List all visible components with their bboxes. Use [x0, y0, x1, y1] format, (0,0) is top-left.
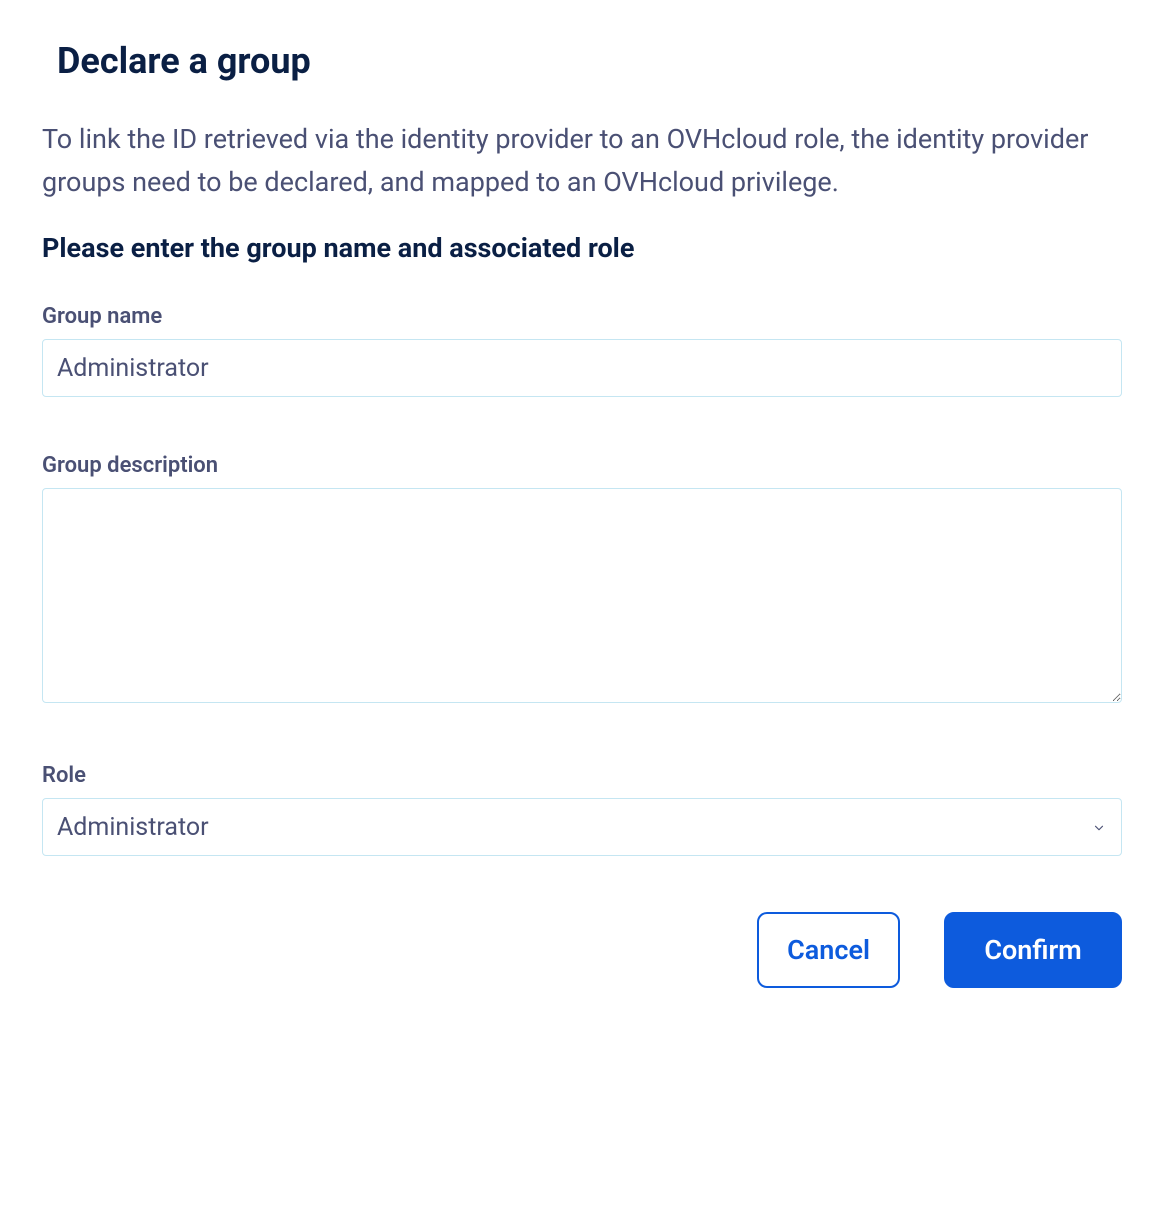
subheading: Please enter the group name and associat…	[42, 232, 1122, 264]
cancel-button[interactable]: Cancel	[757, 912, 900, 988]
description-text: To link the ID retrieved via the identit…	[42, 118, 1122, 204]
role-field-wrapper: Role Administrator	[42, 763, 1122, 856]
button-row: Cancel Confirm	[42, 912, 1122, 988]
group-description-field-wrapper: Group description	[42, 453, 1122, 707]
group-name-field-wrapper: Group name	[42, 304, 1122, 397]
role-select[interactable]: Administrator	[42, 798, 1122, 856]
role-label: Role	[42, 763, 1122, 788]
page-title: Declare a group	[57, 40, 1122, 82]
group-description-label: Group description	[42, 453, 1122, 478]
group-description-input[interactable]	[42, 488, 1122, 703]
group-name-input[interactable]	[42, 339, 1122, 397]
group-name-label: Group name	[42, 304, 1122, 329]
confirm-button[interactable]: Confirm	[944, 912, 1122, 988]
